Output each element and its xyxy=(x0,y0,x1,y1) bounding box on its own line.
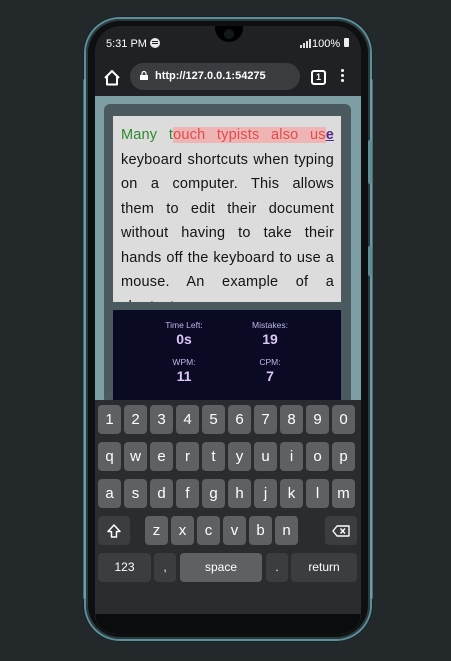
shift-key[interactable] xyxy=(98,516,130,545)
status-bar: 5:31 PM 100% xyxy=(95,26,361,60)
current-character: e xyxy=(325,127,334,143)
wpm-label: WPM: xyxy=(172,357,196,367)
key-n[interactable]: n xyxy=(275,516,298,545)
time-left-label: Time Left: xyxy=(165,320,203,330)
key-z[interactable]: z xyxy=(145,516,168,545)
key-t[interactable]: t xyxy=(202,442,225,471)
key-3[interactable]: 3 xyxy=(150,405,173,434)
typed-incorrect-text: ouch typists also us xyxy=(173,127,326,143)
key-c[interactable]: c xyxy=(197,516,220,545)
cpm-value: 7 xyxy=(266,368,274,384)
symbols-key[interactable]: 123 xyxy=(98,553,151,582)
cpm-label: CPM: xyxy=(259,357,281,367)
period-key[interactable]: . xyxy=(266,553,288,582)
shift-icon xyxy=(107,523,121,538)
address-bar[interactable]: http://127.0.0.1:54275 xyxy=(130,63,300,90)
key-d[interactable]: d xyxy=(150,479,173,508)
typed-correct-text: Many t xyxy=(121,127,174,143)
key-e[interactable]: e xyxy=(150,442,173,471)
key-y[interactable]: y xyxy=(228,442,251,471)
key-w[interactable]: w xyxy=(124,442,147,471)
key-o[interactable]: o xyxy=(306,442,329,471)
tab-switcher-icon[interactable]: 1 xyxy=(311,70,326,85)
return-key[interactable]: return xyxy=(291,553,357,582)
stats-panel: Time Left: 0s Mistakes: 19 WPM: 11 CPM: … xyxy=(113,310,341,404)
time-left-value: 0s xyxy=(176,331,192,347)
key-4[interactable]: 4 xyxy=(176,405,199,434)
passage-text: Many touch typists also use keyboard sho… xyxy=(121,123,334,302)
signal-icon xyxy=(300,39,311,48)
browser-toolbar: http://127.0.0.1:54275 1 xyxy=(95,60,361,96)
key-p[interactable]: p xyxy=(332,442,355,471)
camera-notch xyxy=(215,26,243,42)
phone-edge-left xyxy=(83,79,86,599)
key-5[interactable]: 5 xyxy=(202,405,225,434)
remaining-text: keyboard shortcuts when typing on a comp… xyxy=(121,151,334,303)
key-m[interactable]: m xyxy=(332,479,355,508)
key-l[interactable]: l xyxy=(306,479,329,508)
key-h[interactable]: h xyxy=(228,479,251,508)
mistakes-stat: Mistakes: 19 xyxy=(240,320,300,347)
spotify-icon xyxy=(150,38,160,48)
key-q[interactable]: q xyxy=(98,442,121,471)
backspace-key[interactable] xyxy=(325,516,357,545)
key-0[interactable]: 0 xyxy=(332,405,355,434)
key-6[interactable]: 6 xyxy=(228,405,251,434)
key-8[interactable]: 8 xyxy=(280,405,303,434)
battery-percent: 100% xyxy=(312,38,341,50)
home-icon[interactable] xyxy=(102,68,122,88)
comma-key[interactable]: , xyxy=(154,553,176,582)
phone-screen: 5:31 PM 100% http://127.0.0.1:54275 1 Ma… xyxy=(95,26,361,634)
key-k[interactable]: k xyxy=(280,479,303,508)
key-f[interactable]: f xyxy=(176,479,199,508)
backspace-icon xyxy=(332,524,350,537)
key-u[interactable]: u xyxy=(254,442,277,471)
typing-test-container: Many touch typists also use keyboard sho… xyxy=(104,104,351,404)
key-b[interactable]: b xyxy=(249,516,272,545)
navigation-bar xyxy=(95,614,361,634)
cpm-stat: CPM: 7 xyxy=(240,357,300,384)
key-i[interactable]: i xyxy=(280,442,303,471)
wpm-stat: WPM: 11 xyxy=(154,357,214,384)
lock-icon xyxy=(140,71,148,80)
key-9[interactable]: 9 xyxy=(306,405,329,434)
space-key[interactable]: space xyxy=(180,553,262,582)
wpm-value: 11 xyxy=(176,368,192,384)
power-button xyxy=(368,246,372,276)
key-j[interactable]: j xyxy=(254,479,277,508)
on-screen-keyboard: 1 2 3 4 5 6 7 8 9 0 q w e r t y u i o p … xyxy=(95,400,361,614)
more-menu-icon[interactable] xyxy=(341,69,345,85)
key-x[interactable]: x xyxy=(171,516,194,545)
key-r[interactable]: r xyxy=(176,442,199,471)
key-2[interactable]: 2 xyxy=(124,405,147,434)
key-a[interactable]: a xyxy=(98,479,121,508)
key-1[interactable]: 1 xyxy=(98,405,121,434)
volume-button xyxy=(368,140,372,184)
battery-icon xyxy=(344,38,349,47)
address-text: http://127.0.0.1:54275 xyxy=(155,70,266,82)
key-7[interactable]: 7 xyxy=(254,405,277,434)
status-time: 5:31 PM xyxy=(106,38,147,50)
time-left-stat: Time Left: 0s xyxy=(154,320,214,347)
mistakes-label: Mistakes: xyxy=(252,320,288,330)
typing-text-area[interactable]: Many touch typists also use keyboard sho… xyxy=(113,116,341,302)
key-s[interactable]: s xyxy=(124,479,147,508)
key-v[interactable]: v xyxy=(223,516,246,545)
mistakes-value: 19 xyxy=(262,331,278,347)
key-g[interactable]: g xyxy=(202,479,225,508)
